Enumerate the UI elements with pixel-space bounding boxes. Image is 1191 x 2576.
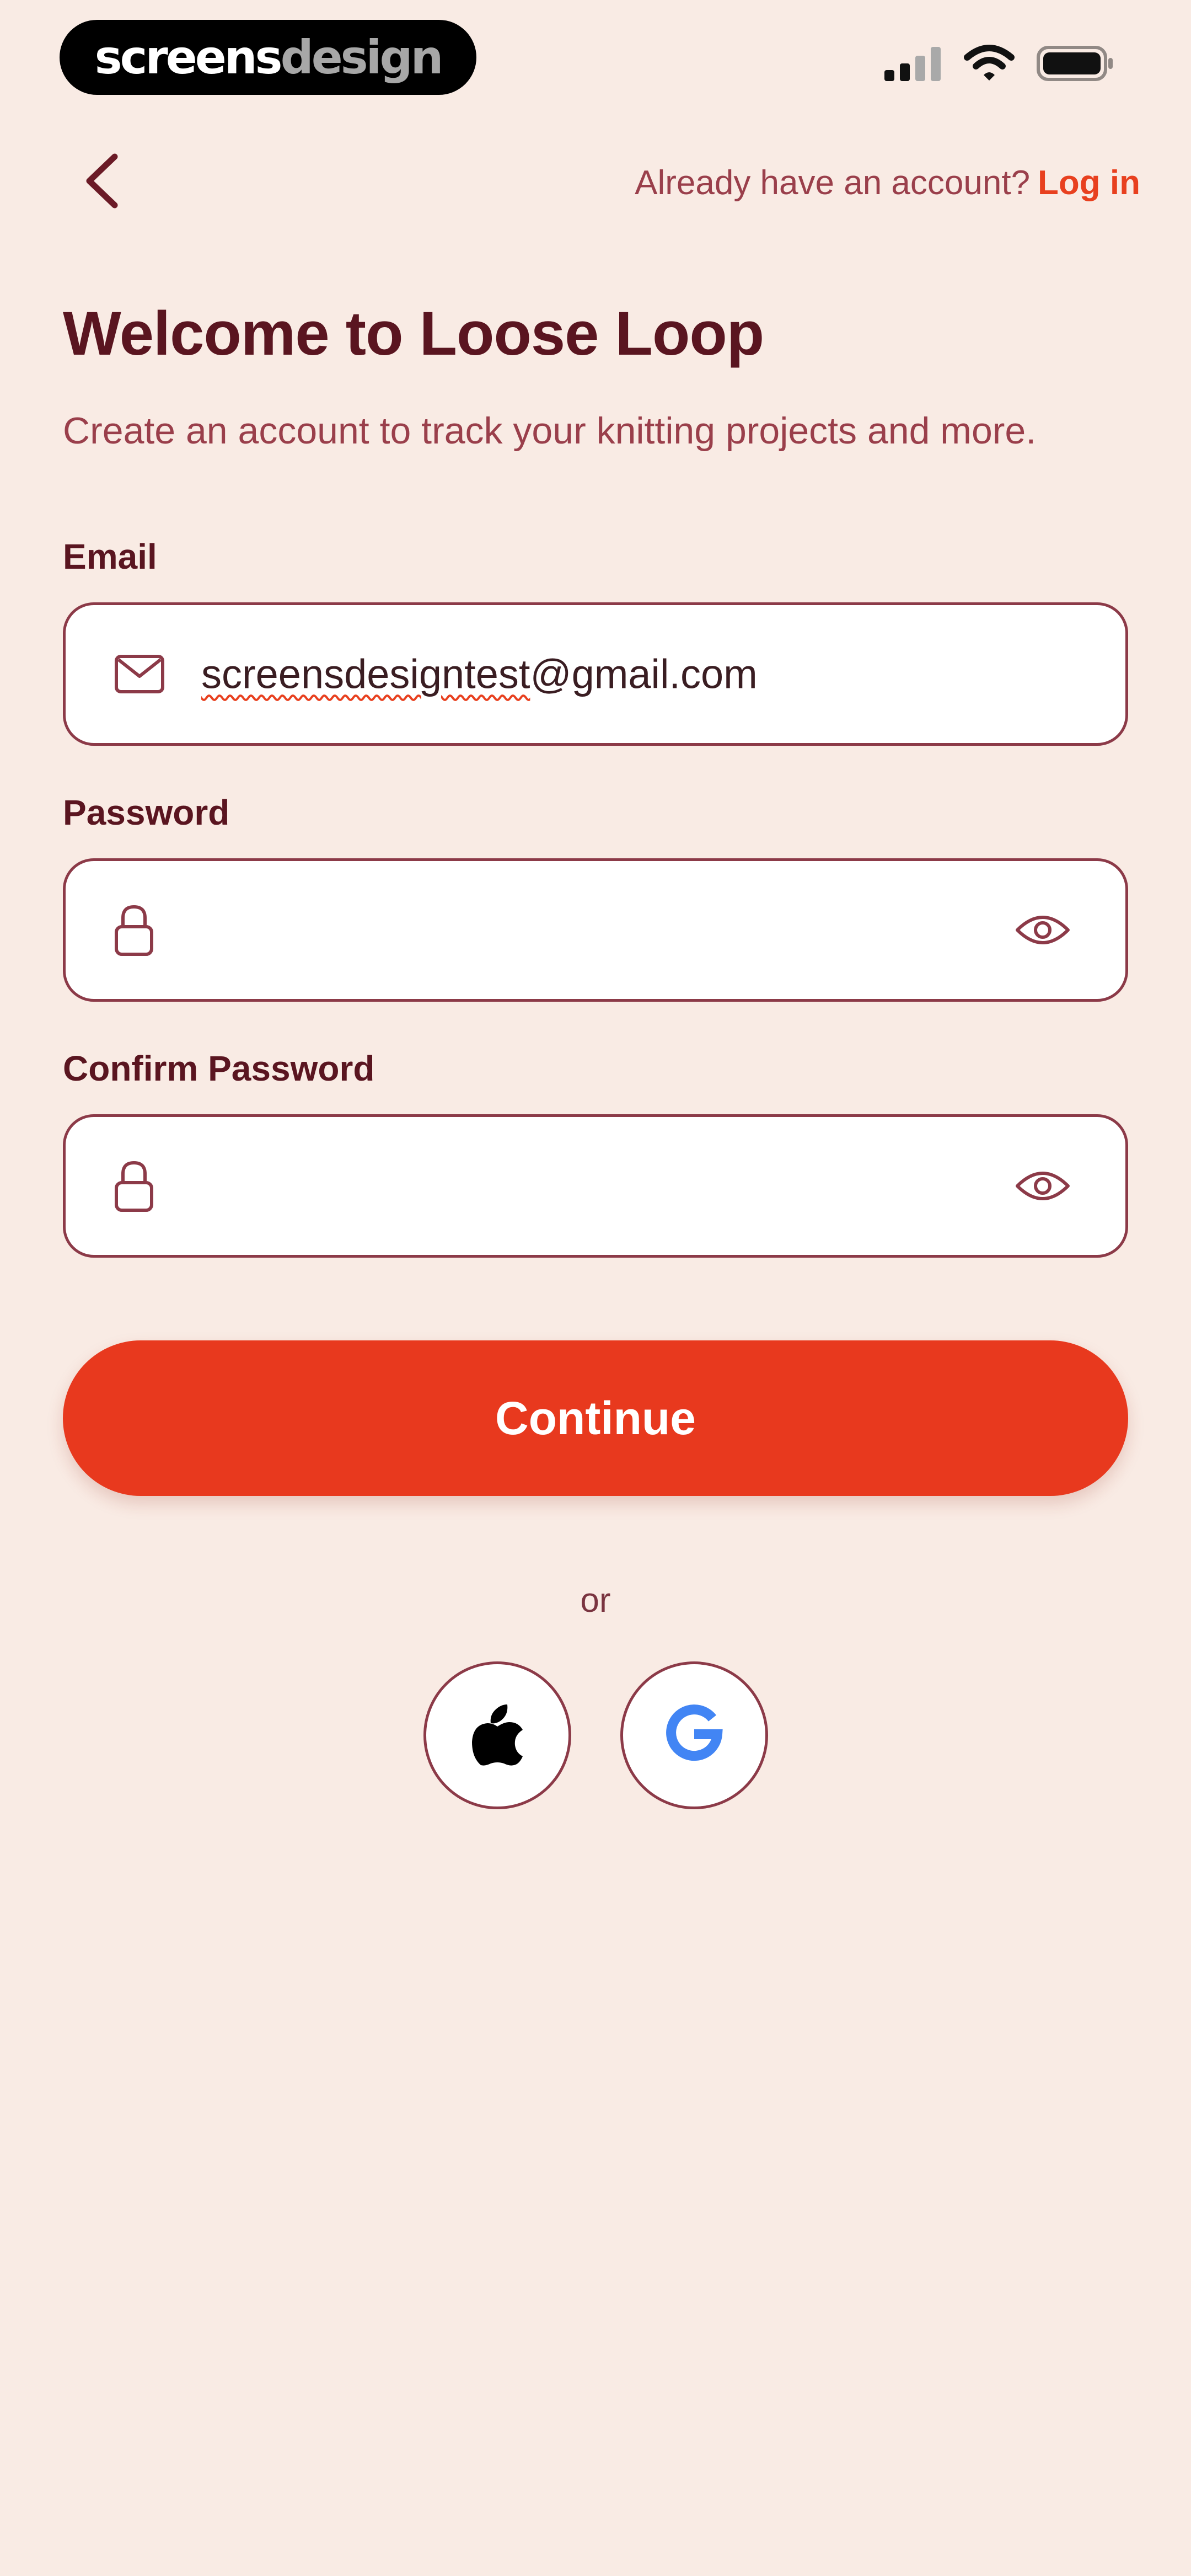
google-icon [664, 1704, 725, 1767]
page-title: Welcome to Loose Loop [63, 299, 764, 368]
email-value: screensdesigntest@gmail.com [201, 651, 758, 698]
back-chevron-icon [83, 152, 121, 212]
mail-icon [114, 654, 165, 694]
email-field[interactable]: screensdesigntest@gmail.com [63, 602, 1128, 746]
lock-icon [114, 904, 154, 956]
email-value-domain: @gmail.com [530, 651, 758, 697]
email-label: Email [63, 537, 157, 576]
continue-label: Continue [495, 1392, 696, 1444]
brand-part-2: design [280, 30, 444, 84]
signup-screen: screens design Already have an account? … [0, 0, 1191, 2576]
or-divider: or [580, 1581, 611, 1620]
page-subtitle: Create an account to track your knitting… [63, 410, 1037, 452]
signal-icon [884, 46, 942, 84]
battery-icon [1037, 46, 1114, 84]
brand-watermark: screens design [60, 20, 476, 95]
confirm-password-label: Confirm Password [63, 1049, 375, 1088]
continue-button[interactable]: Continue [63, 1340, 1128, 1496]
confirm-password-field[interactable] [63, 1114, 1128, 1258]
brand-part-1: screens [94, 30, 283, 84]
login-link[interactable]: Log in [1038, 164, 1140, 202]
wifi-icon [964, 44, 1015, 85]
password-field[interactable] [63, 858, 1128, 1002]
apple-signin-button[interactable] [423, 1661, 571, 1809]
lock-icon [114, 1159, 154, 1212]
password-label: Password [63, 793, 230, 832]
login-prompt: Already have an account? Log in [635, 163, 1140, 202]
google-signin-button[interactable] [620, 1661, 768, 1809]
login-prompt-text: Already have an account? [635, 164, 1031, 202]
back-button[interactable] [77, 149, 127, 215]
status-bar-icons [884, 44, 1114, 85]
apple-icon [471, 1702, 524, 1769]
eye-icon[interactable] [1015, 1168, 1070, 1204]
eye-icon[interactable] [1015, 912, 1070, 948]
email-value-misspelled: screensdesigntest [201, 651, 530, 697]
